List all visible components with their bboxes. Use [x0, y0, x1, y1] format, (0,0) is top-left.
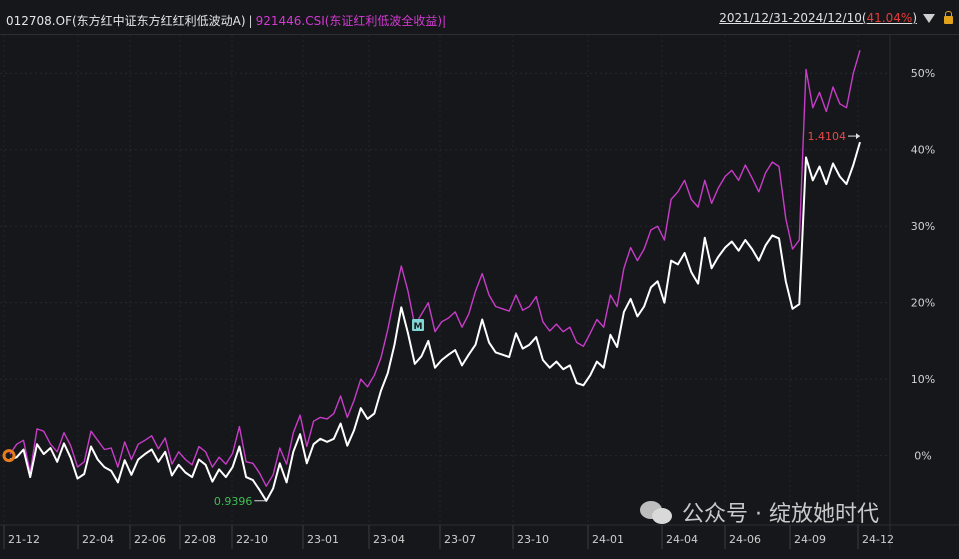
x-tick-label: 22-06	[134, 533, 166, 546]
legend-separator: |	[248, 14, 253, 28]
x-tick-label: 22-04	[82, 533, 114, 546]
fund-series-label[interactable]: 012708.OF(东方红中证东方红红利低波动A)	[6, 14, 246, 28]
range-return-value: 41.04%	[866, 11, 913, 25]
x-tick-label: 21-12	[8, 533, 40, 546]
y-tick-label: 0%	[914, 450, 931, 463]
watermark: 公众号 · 绽放她时代	[640, 496, 879, 528]
date-range-control[interactable]: 2021/12/31-2024/12/10(41.04%)	[719, 11, 953, 25]
start-point-marker	[2, 449, 16, 463]
x-tick-label: 24-04	[666, 533, 698, 546]
legend-bar: 012708.OF(东方红中证东方红红利低波动A) | 921446.CSI(东证红…	[6, 12, 446, 29]
max-arrow-icon	[856, 133, 860, 140]
legend-separator-2: |	[442, 14, 447, 28]
date-range-text[interactable]: 2021/12/31-2024/12/10(41.04%)	[719, 11, 917, 25]
index-series-line	[9, 50, 861, 487]
x-tick-label: 23-04	[373, 533, 405, 546]
x-tick-label: 23-01	[307, 533, 339, 546]
watermark-text: 公众号 · 绽放她时代	[682, 502, 879, 527]
x-tick-label: 24-01	[592, 533, 624, 546]
dropdown-triangle-icon[interactable]	[923, 13, 935, 23]
marker-badge-label: M	[414, 322, 423, 332]
line-chart: 0% 10% 20% 30% 40% 50% 21-12 22-04 22-06 22-08 22…	[0, 35, 959, 549]
max-value-label: 1.4104	[808, 130, 847, 143]
y-tick-label: 30%	[911, 220, 935, 233]
y-tick-label: 20%	[911, 297, 935, 310]
x-tick-label: 24-06	[729, 533, 761, 546]
min-value-label: 0.9396	[214, 495, 253, 508]
x-tick-label: 22-08	[184, 533, 216, 546]
y-axis: 0% 10% 20% 30% 40% 50%	[889, 35, 935, 549]
y-tick-label: 10%	[911, 373, 935, 386]
x-tick-label: 23-07	[444, 533, 476, 546]
x-axis: 21-12 22-04 22-06 22-08 22-10 23-01 23-04 23-07…	[0, 524, 959, 549]
y-tick-label: 40%	[911, 144, 935, 157]
x-tick-label: 24-09	[794, 533, 826, 546]
x-tick-label: 23-10	[517, 533, 549, 546]
series-lines	[9, 50, 861, 502]
lock-icon[interactable]	[944, 11, 953, 24]
wechat-icon	[640, 499, 674, 525]
index-series-label[interactable]: 921446.CSI(东证红利低波全收益)	[256, 14, 443, 28]
y-tick-label: 50%	[911, 67, 935, 80]
chart-header: 012708.OF(东方红中证东方红红利低波动A) | 921446.CSI(东证红…	[0, 0, 959, 35]
x-tick-label: 24-12	[862, 533, 894, 546]
x-tick-label: 22-10	[236, 533, 268, 546]
